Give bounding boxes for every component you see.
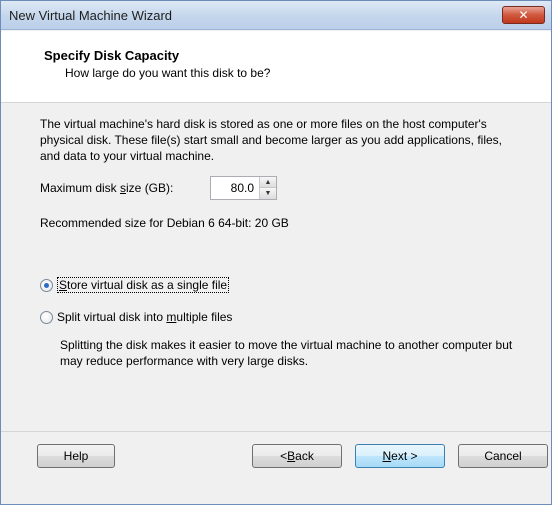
wizard-header: Specify Disk Capacity How large do you w… xyxy=(1,31,551,103)
close-button[interactable]: ✕ xyxy=(502,6,545,24)
cancel-button[interactable]: Cancel xyxy=(458,444,548,468)
disk-size-stepper[interactable]: 80.0 ▲ ▼ xyxy=(210,176,277,200)
wizard-window: New Virtual Machine Wizard ✕ Specify Dis… xyxy=(0,0,552,505)
split-multiple-label[interactable]: Split virtual disk into multiple files xyxy=(57,310,232,324)
disk-size-label: Maximum disk size (GB): xyxy=(40,181,174,195)
page-title: Specify Disk Capacity xyxy=(44,48,180,63)
spin-up-icon[interactable]: ▲ xyxy=(259,177,276,188)
title-bar[interactable]: New Virtual Machine Wizard ✕ xyxy=(1,1,551,30)
footer-divider xyxy=(1,431,551,432)
next-button[interactable]: Next > xyxy=(355,444,445,468)
split-description: Splitting the disk makes it easier to mo… xyxy=(60,338,513,368)
split-multiple-radio[interactable] xyxy=(40,310,53,324)
store-single-radio[interactable] xyxy=(40,278,53,292)
help-button[interactable]: Help xyxy=(37,444,115,468)
page-subtitle: How large do you want this disk to be? xyxy=(65,66,271,80)
recommended-size-text: Recommended size for Debian 6 64-bit: 20… xyxy=(40,216,289,230)
disk-description: The virtual machine's hard disk is store… xyxy=(40,117,502,163)
store-single-label[interactable]: Store virtual disk as a single file xyxy=(57,277,230,293)
store-single-file-option[interactable]: Store virtual disk as a single file xyxy=(40,277,230,293)
window-title: New Virtual Machine Wizard xyxy=(9,8,173,23)
split-multiple-files-option[interactable]: Split virtual disk into multiple files xyxy=(40,310,232,324)
spin-down-icon[interactable]: ▼ xyxy=(259,188,276,199)
disk-size-value[interactable]: 80.0 xyxy=(231,181,254,195)
back-button[interactable]: < Back xyxy=(252,444,342,468)
close-icon: ✕ xyxy=(518,8,529,22)
